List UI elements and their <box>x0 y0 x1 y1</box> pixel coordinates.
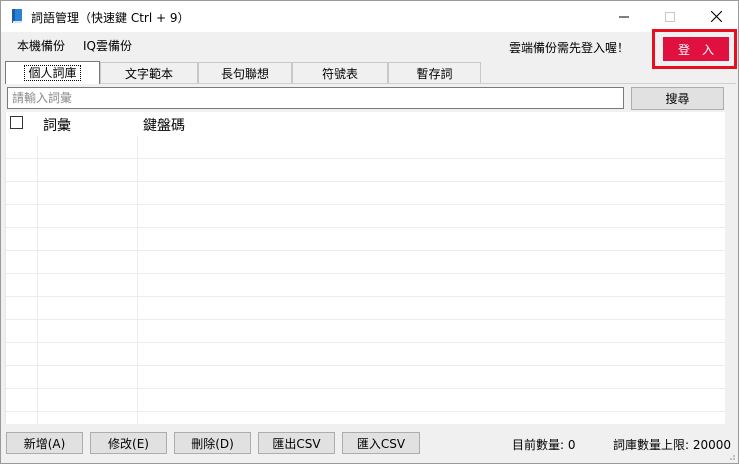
menu-cloud-backup[interactable]: IQ雲備份 <box>83 37 132 54</box>
tab-label: 符號表 <box>321 66 358 81</box>
table-row <box>6 320 725 343</box>
table-row <box>6 136 725 159</box>
column-header-keycode[interactable]: 鍵盤碼 <box>143 115 185 135</box>
tab-panel-border <box>5 83 736 84</box>
tab-label: 個人詞庫 <box>24 65 81 81</box>
export-csv-button[interactable]: 匯出CSV <box>258 432 335 454</box>
search-button[interactable]: 搜尋 <box>631 87 724 110</box>
current-count-label: 目前數量: 0 <box>512 438 576 452</box>
menu-local-backup[interactable]: 本機備份 <box>17 37 65 54</box>
title-bar: 詞語管理（快速鍵 Ctrl + 9） <box>1 1 738 32</box>
table-row <box>6 205 725 228</box>
delete-button[interactable]: 刪除(D) <box>174 432 251 454</box>
app-book-icon <box>12 9 22 23</box>
word-manager-window: 詞語管理（快速鍵 Ctrl + 9） 本機備份 IQ雲備份 雲端備份需先登入喔！… <box>0 0 739 464</box>
close-icon <box>710 11 722 22</box>
maximize-button[interactable] <box>647 1 693 32</box>
word-table: 詞彙 鍵盤碼 <box>5 112 725 424</box>
table-row <box>6 274 725 297</box>
table-row <box>6 228 725 251</box>
tab-text-templates[interactable]: 文字範本 <box>100 62 198 83</box>
tab-sentence-association[interactable]: 長句聯想 <box>198 62 292 83</box>
maximize-icon <box>665 11 675 22</box>
tab-label: 長句聯想 <box>220 66 269 81</box>
table-row <box>6 182 725 205</box>
dictionary-limit-label: 詞庫數量上限: 20000 <box>613 438 732 452</box>
table-row <box>6 343 725 366</box>
column-header-word[interactable]: 詞彙 <box>43 115 71 135</box>
close-button[interactable] <box>693 1 739 32</box>
tab-label: 暫存詞 <box>416 66 453 81</box>
tab-personal-dictionary[interactable]: 個人詞庫 <box>5 61 100 84</box>
minimize-icon <box>619 16 629 17</box>
select-all-checkbox[interactable] <box>10 116 23 129</box>
table-row <box>6 389 725 412</box>
import-csv-button[interactable]: 匯入CSV <box>342 432 420 454</box>
table-rows <box>6 136 725 424</box>
login-button[interactable]: 登入 <box>663 37 729 61</box>
cloud-login-notice: 雲端備份需先登入喔！ <box>509 41 630 55</box>
table-row <box>6 412 725 424</box>
table-row <box>6 297 725 320</box>
column-divider <box>137 112 138 424</box>
column-divider <box>37 112 38 424</box>
resize-grip-icon[interactable] <box>726 451 736 461</box>
edit-button[interactable]: 修改(E) <box>90 432 167 454</box>
add-button[interactable]: 新增(A) <box>6 432 83 454</box>
minimize-button[interactable] <box>601 1 647 32</box>
tab-symbol-table[interactable]: 符號表 <box>292 62 388 83</box>
tab-temporary-words[interactable]: 暫存詞 <box>388 62 481 83</box>
table-row <box>6 159 725 182</box>
table-row <box>6 366 725 389</box>
window-title: 詞語管理（快速鍵 Ctrl + 9） <box>31 11 190 25</box>
tab-label: 文字範本 <box>124 66 173 81</box>
table-header: 詞彙 鍵盤碼 <box>6 112 725 136</box>
word-search-input[interactable] <box>7 87 624 109</box>
table-row <box>6 251 725 274</box>
